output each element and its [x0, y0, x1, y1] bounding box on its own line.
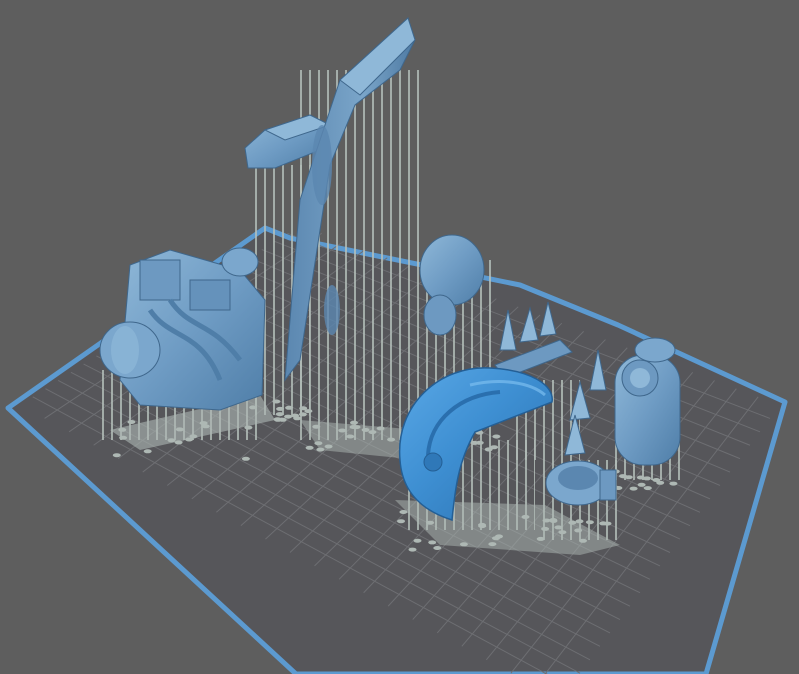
support-foot [652, 478, 661, 482]
support-foot [619, 474, 627, 479]
support-foot [433, 546, 442, 550]
support-foot [143, 449, 152, 454]
support-foot [305, 445, 314, 450]
support-foot [291, 413, 299, 418]
support-foot [643, 486, 652, 491]
model-engine-block[interactable] [99, 247, 266, 411]
support-foot [643, 476, 651, 481]
support-foot [637, 482, 646, 487]
support-foot [112, 453, 121, 458]
support-foot [284, 414, 293, 419]
support-foot [397, 519, 405, 524]
support-foot [304, 409, 313, 414]
support-foot [127, 420, 136, 424]
3d-print-preview-viewport[interactable] [0, 0, 799, 674]
support-foot [408, 547, 417, 552]
support-foot [599, 521, 608, 526]
support-foot [585, 520, 594, 525]
support-foot [629, 486, 638, 491]
support-foot [275, 412, 284, 417]
support-foot [285, 405, 294, 410]
support-foot [492, 434, 501, 439]
support-foot [428, 540, 437, 545]
support-foot [276, 406, 285, 411]
support-foot [475, 440, 484, 445]
support-foot [350, 420, 358, 425]
support-foot [298, 412, 307, 417]
support-foot [669, 481, 678, 486]
support-foot [241, 456, 250, 461]
support-foot [413, 538, 422, 543]
support-foot [490, 445, 499, 450]
support-foot [272, 399, 281, 404]
support-foot [274, 417, 282, 422]
